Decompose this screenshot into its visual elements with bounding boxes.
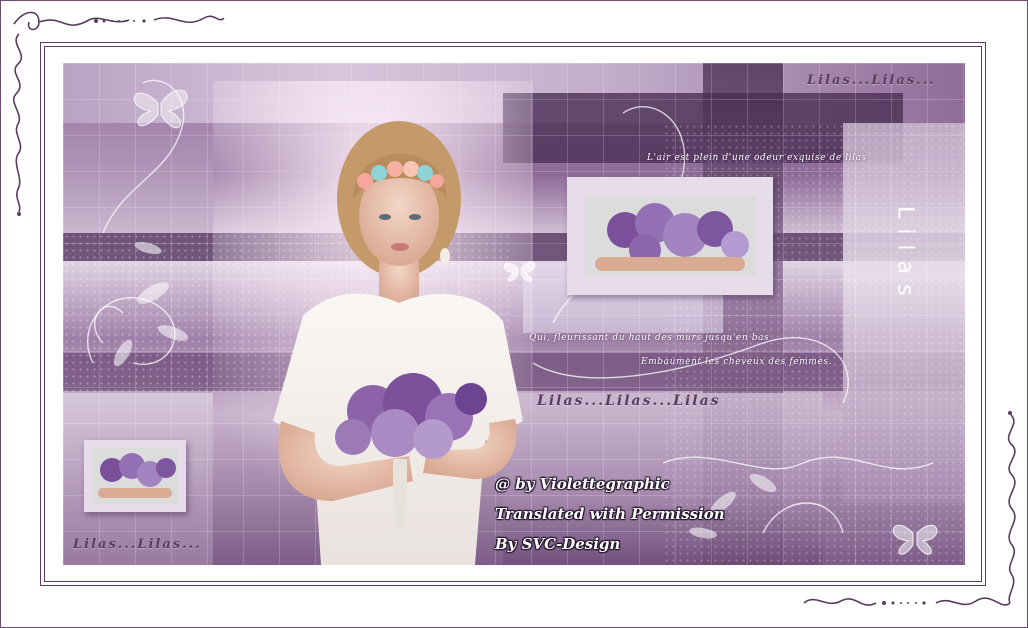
poem-line-1: L'air est plein d'une odeur exquise de l… [647,153,867,163]
lilac-photo-small [92,448,178,504]
vertical-lilas-title: Lilas [892,206,918,306]
credit-line-2: Translated with Permission [495,505,725,523]
lilac-photo-frame-small [84,440,186,512]
lilas-title-bottom-left: Lilas...Lilas... [73,537,202,552]
artwork-canvas: Lilas...Lilas... Lilas...Lilas...Lilas L… [63,63,965,565]
butterfly-icon [133,89,188,129]
lilas-title-middle: Lilas...Lilas...Lilas [537,393,721,409]
woman-with-lilac-bouquet [213,81,533,565]
credit-line-1: @ by Violettegraphic [495,475,670,493]
lilac-photo-image [585,195,755,277]
lilac-photo-image [92,448,178,504]
poem-line-2: Qui, fleurissant du haut des murs jusqu'… [529,333,770,343]
butterfly-icon [892,525,938,555]
lilas-title-top-right: Lilas...Lilas... [807,73,936,88]
lilac-photo-large [585,195,755,277]
poem-line-3: Embaument les cheveux des femmes. [641,357,833,367]
credit-line-3: By SVC-Design [495,535,621,553]
lilac-photo-frame-large [567,177,773,295]
